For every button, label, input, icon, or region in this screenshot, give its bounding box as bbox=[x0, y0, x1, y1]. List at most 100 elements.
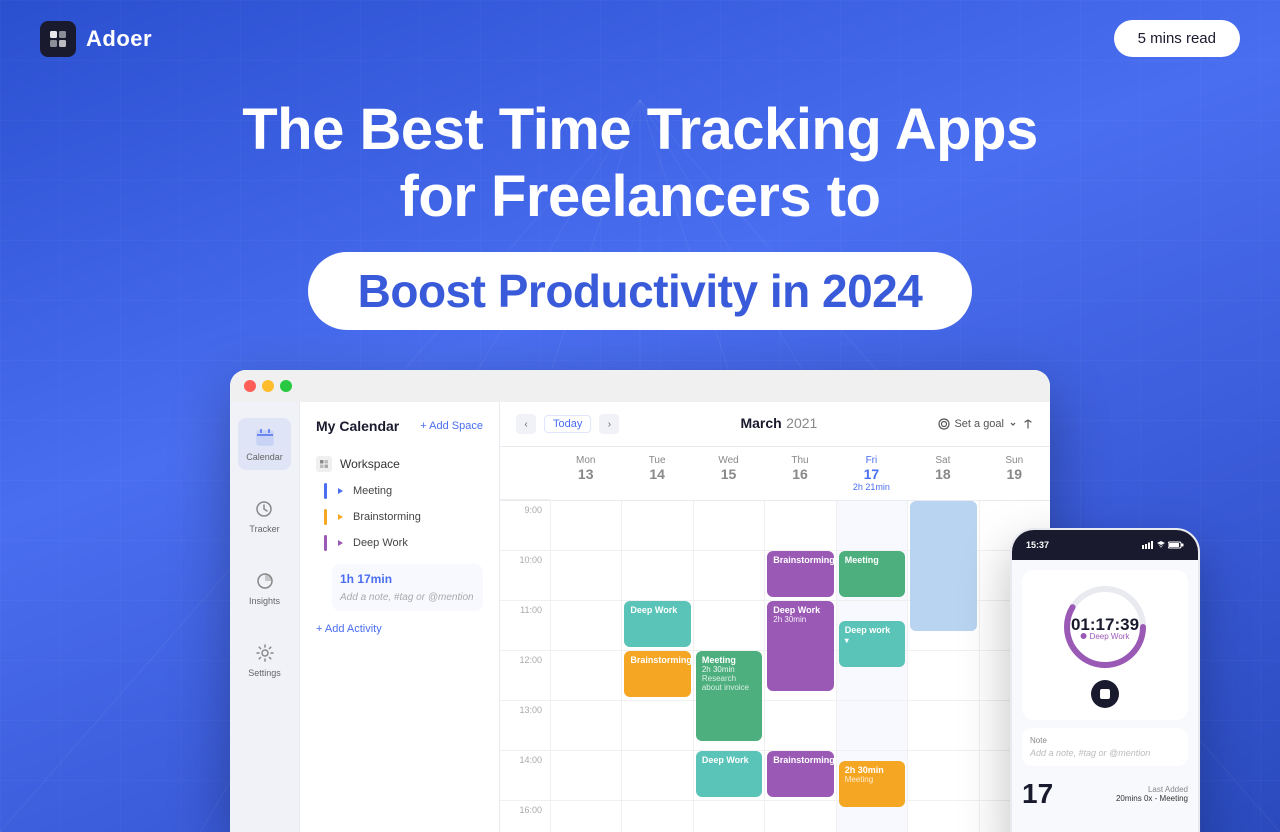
deep-work-section: 1h 17min Add a note, #tag or @mention bbox=[332, 564, 483, 611]
activity-meeting-label: Meeting bbox=[353, 485, 392, 497]
note-input[interactable]: Add a note, #tag or @mention bbox=[340, 592, 475, 603]
event-fri-brainstorming[interactable]: 2h 30min Meeting bbox=[839, 761, 905, 807]
laptop-frame: Calendar Tracker bbox=[230, 370, 1050, 832]
phone-content: 01:17:39 Deep Work Note Add a note, #tag… bbox=[1012, 560, 1198, 832]
day-column-fri: Meeting Deep work ▾ 2h 30min Meeting bbox=[836, 501, 907, 832]
mon-cell-6 bbox=[551, 751, 621, 801]
activity-meeting: Meeting bbox=[316, 478, 483, 504]
phone-notch bbox=[1075, 541, 1135, 549]
event-wed-meeting[interactable]: Meeting 2h 30min Research about invoice bbox=[696, 651, 762, 741]
phone-last-added: Last Added 20mins 0x - Meeting bbox=[1116, 785, 1188, 803]
sidebar-settings-label: Settings bbox=[248, 668, 281, 678]
mon-cell-1 bbox=[551, 501, 621, 551]
logo-text: Adoer bbox=[86, 26, 152, 52]
cal-year: 2021 bbox=[786, 415, 817, 431]
app-content: Calendar Tracker bbox=[230, 402, 1050, 832]
window-close-dot bbox=[244, 380, 256, 392]
cal-next-button[interactable]: › bbox=[599, 414, 619, 434]
stop-button[interactable] bbox=[1091, 680, 1119, 708]
window-maximize-dot bbox=[280, 380, 292, 392]
event-tue-deepwork[interactable]: Deep Work bbox=[624, 601, 690, 647]
left-panel: My Calendar + Add Space Workspace Meetin… bbox=[300, 402, 500, 832]
cal-day-wed: Wed 15 bbox=[693, 447, 764, 500]
day-column-sat bbox=[907, 501, 978, 832]
cal-day-thu: Thu 16 bbox=[764, 447, 835, 500]
time-1000: 10:00 bbox=[500, 551, 550, 601]
cal-days-header: Mon 13 Tue 14 Wed 15 bbox=[500, 447, 1050, 501]
event-sat-lightblue[interactable] bbox=[910, 501, 976, 631]
timer-circle: 01:17:39 Deep Work bbox=[1060, 582, 1150, 672]
time-900: 9:00 bbox=[500, 501, 550, 551]
logo[interactable]: Adoer bbox=[40, 21, 152, 57]
timer-label: Deep Work bbox=[1081, 632, 1130, 641]
phone-status-area: 15:37 bbox=[1012, 530, 1198, 560]
window-minimize-dot bbox=[262, 380, 274, 392]
cal-goal-button[interactable]: Set a goal bbox=[938, 418, 1034, 430]
sidebar-item-tracker[interactable]: Tracker bbox=[241, 490, 287, 542]
mon-cell-5 bbox=[551, 701, 621, 751]
activity-brainstorming-label: Brainstorming bbox=[353, 511, 421, 523]
cal-month: March bbox=[740, 415, 781, 431]
panel-header: My Calendar + Add Space bbox=[316, 418, 483, 434]
meeting-color-bar bbox=[324, 483, 327, 499]
title-line2: for Freelancers to bbox=[400, 164, 881, 229]
phone-status-icons bbox=[1142, 541, 1184, 549]
cal-prev-button[interactable]: ‹ bbox=[516, 414, 536, 434]
deep-work-time: 1h 17min bbox=[340, 572, 475, 586]
screenshot-section: Calendar Tracker bbox=[0, 370, 1280, 832]
event-wed-deepwork[interactable]: Deep Work bbox=[696, 751, 762, 797]
sidebar-item-settings[interactable]: Settings bbox=[240, 634, 289, 686]
add-activity-button[interactable]: + Add Activity bbox=[316, 623, 483, 635]
main-title: The Best Time Tracking Apps for Freelanc… bbox=[40, 97, 1240, 230]
calendar-header: ‹ Today › March 2021 Set a goal bbox=[500, 402, 1050, 447]
time-1400: 14:00 bbox=[500, 751, 550, 801]
title-section: The Best Time Tracking Apps for Freelanc… bbox=[0, 77, 1280, 340]
cal-month-year: March 2021 bbox=[740, 415, 817, 433]
title-line1: The Best Time Tracking Apps bbox=[242, 97, 1038, 162]
cal-day-mon: Mon 13 bbox=[550, 447, 621, 500]
read-time-badge: 5 mins read bbox=[1114, 20, 1240, 57]
phone-note-section: Note Add a note, #tag or @mention bbox=[1022, 728, 1188, 766]
cal-goal-label: Set a goal bbox=[954, 418, 1004, 430]
deepwork-color-bar bbox=[324, 535, 327, 551]
phone-timer-section: 01:17:39 Deep Work bbox=[1022, 570, 1188, 720]
day-column-wed: Meeting 2h 30min Research about invoice … bbox=[693, 501, 764, 832]
sidebar-item-insights[interactable]: Insights bbox=[241, 562, 288, 614]
event-thu-brainstorming[interactable]: Brainstorming bbox=[767, 551, 833, 597]
mon-cell-3 bbox=[551, 601, 621, 651]
app-sidebar: Calendar Tracker bbox=[230, 402, 300, 832]
settings-icon bbox=[254, 642, 276, 664]
cal-time-header-empty bbox=[500, 447, 550, 500]
cal-today-button[interactable]: Today bbox=[544, 415, 591, 433]
add-space-button[interactable]: + Add Space bbox=[420, 420, 483, 432]
event-thu-brainstorming2[interactable]: Brainstorming bbox=[767, 751, 833, 797]
logo-icon bbox=[40, 21, 76, 57]
sidebar-item-calendar[interactable]: Calendar bbox=[238, 418, 291, 470]
event-thu-deepwork[interactable]: Deep Work 2h 30min bbox=[767, 601, 833, 691]
hero-container: Adoer 5 mins read The Best Time Tracking… bbox=[0, 0, 1280, 832]
time-1300: 13:00 bbox=[500, 701, 550, 751]
read-time-text: 5 mins read bbox=[1138, 30, 1216, 47]
insights-icon bbox=[254, 570, 276, 592]
mon-cell-4 bbox=[551, 651, 621, 701]
cal-body: 9:00 10:00 11:00 12:00 13:00 14:00 16:00 bbox=[500, 501, 1050, 832]
highlight-text: Boost Productivity in 2024 bbox=[358, 265, 923, 317]
event-fri-meeting[interactable]: Meeting bbox=[839, 551, 905, 597]
highlight-box: Boost Productivity in 2024 bbox=[308, 252, 973, 330]
phone-date: 17 bbox=[1022, 778, 1053, 810]
mon-cell-2 bbox=[551, 551, 621, 601]
mon-cell-7 bbox=[551, 801, 621, 832]
phone-note-input[interactable]: Add a note, #tag or @mention bbox=[1030, 748, 1180, 758]
calendar-section: ‹ Today › March 2021 Set a goal bbox=[500, 402, 1050, 832]
header: Adoer 5 mins read bbox=[0, 0, 1280, 77]
cal-day-fri: Fri 17 2h 21min bbox=[836, 447, 907, 500]
timer-dot bbox=[1081, 633, 1087, 639]
event-fri-deepwork[interactable]: Deep work ▾ bbox=[839, 621, 905, 667]
tracker-icon bbox=[253, 498, 275, 520]
sidebar-tracker-label: Tracker bbox=[249, 524, 279, 534]
day-column-mon bbox=[550, 501, 621, 832]
brainstorming-color-bar bbox=[324, 509, 327, 525]
event-tue-brainstorming[interactable]: Brainstorming bbox=[624, 651, 690, 697]
phone-frame: 15:37 01:17:39 bbox=[1010, 528, 1200, 832]
activity-deepwork: Deep Work bbox=[316, 530, 483, 556]
